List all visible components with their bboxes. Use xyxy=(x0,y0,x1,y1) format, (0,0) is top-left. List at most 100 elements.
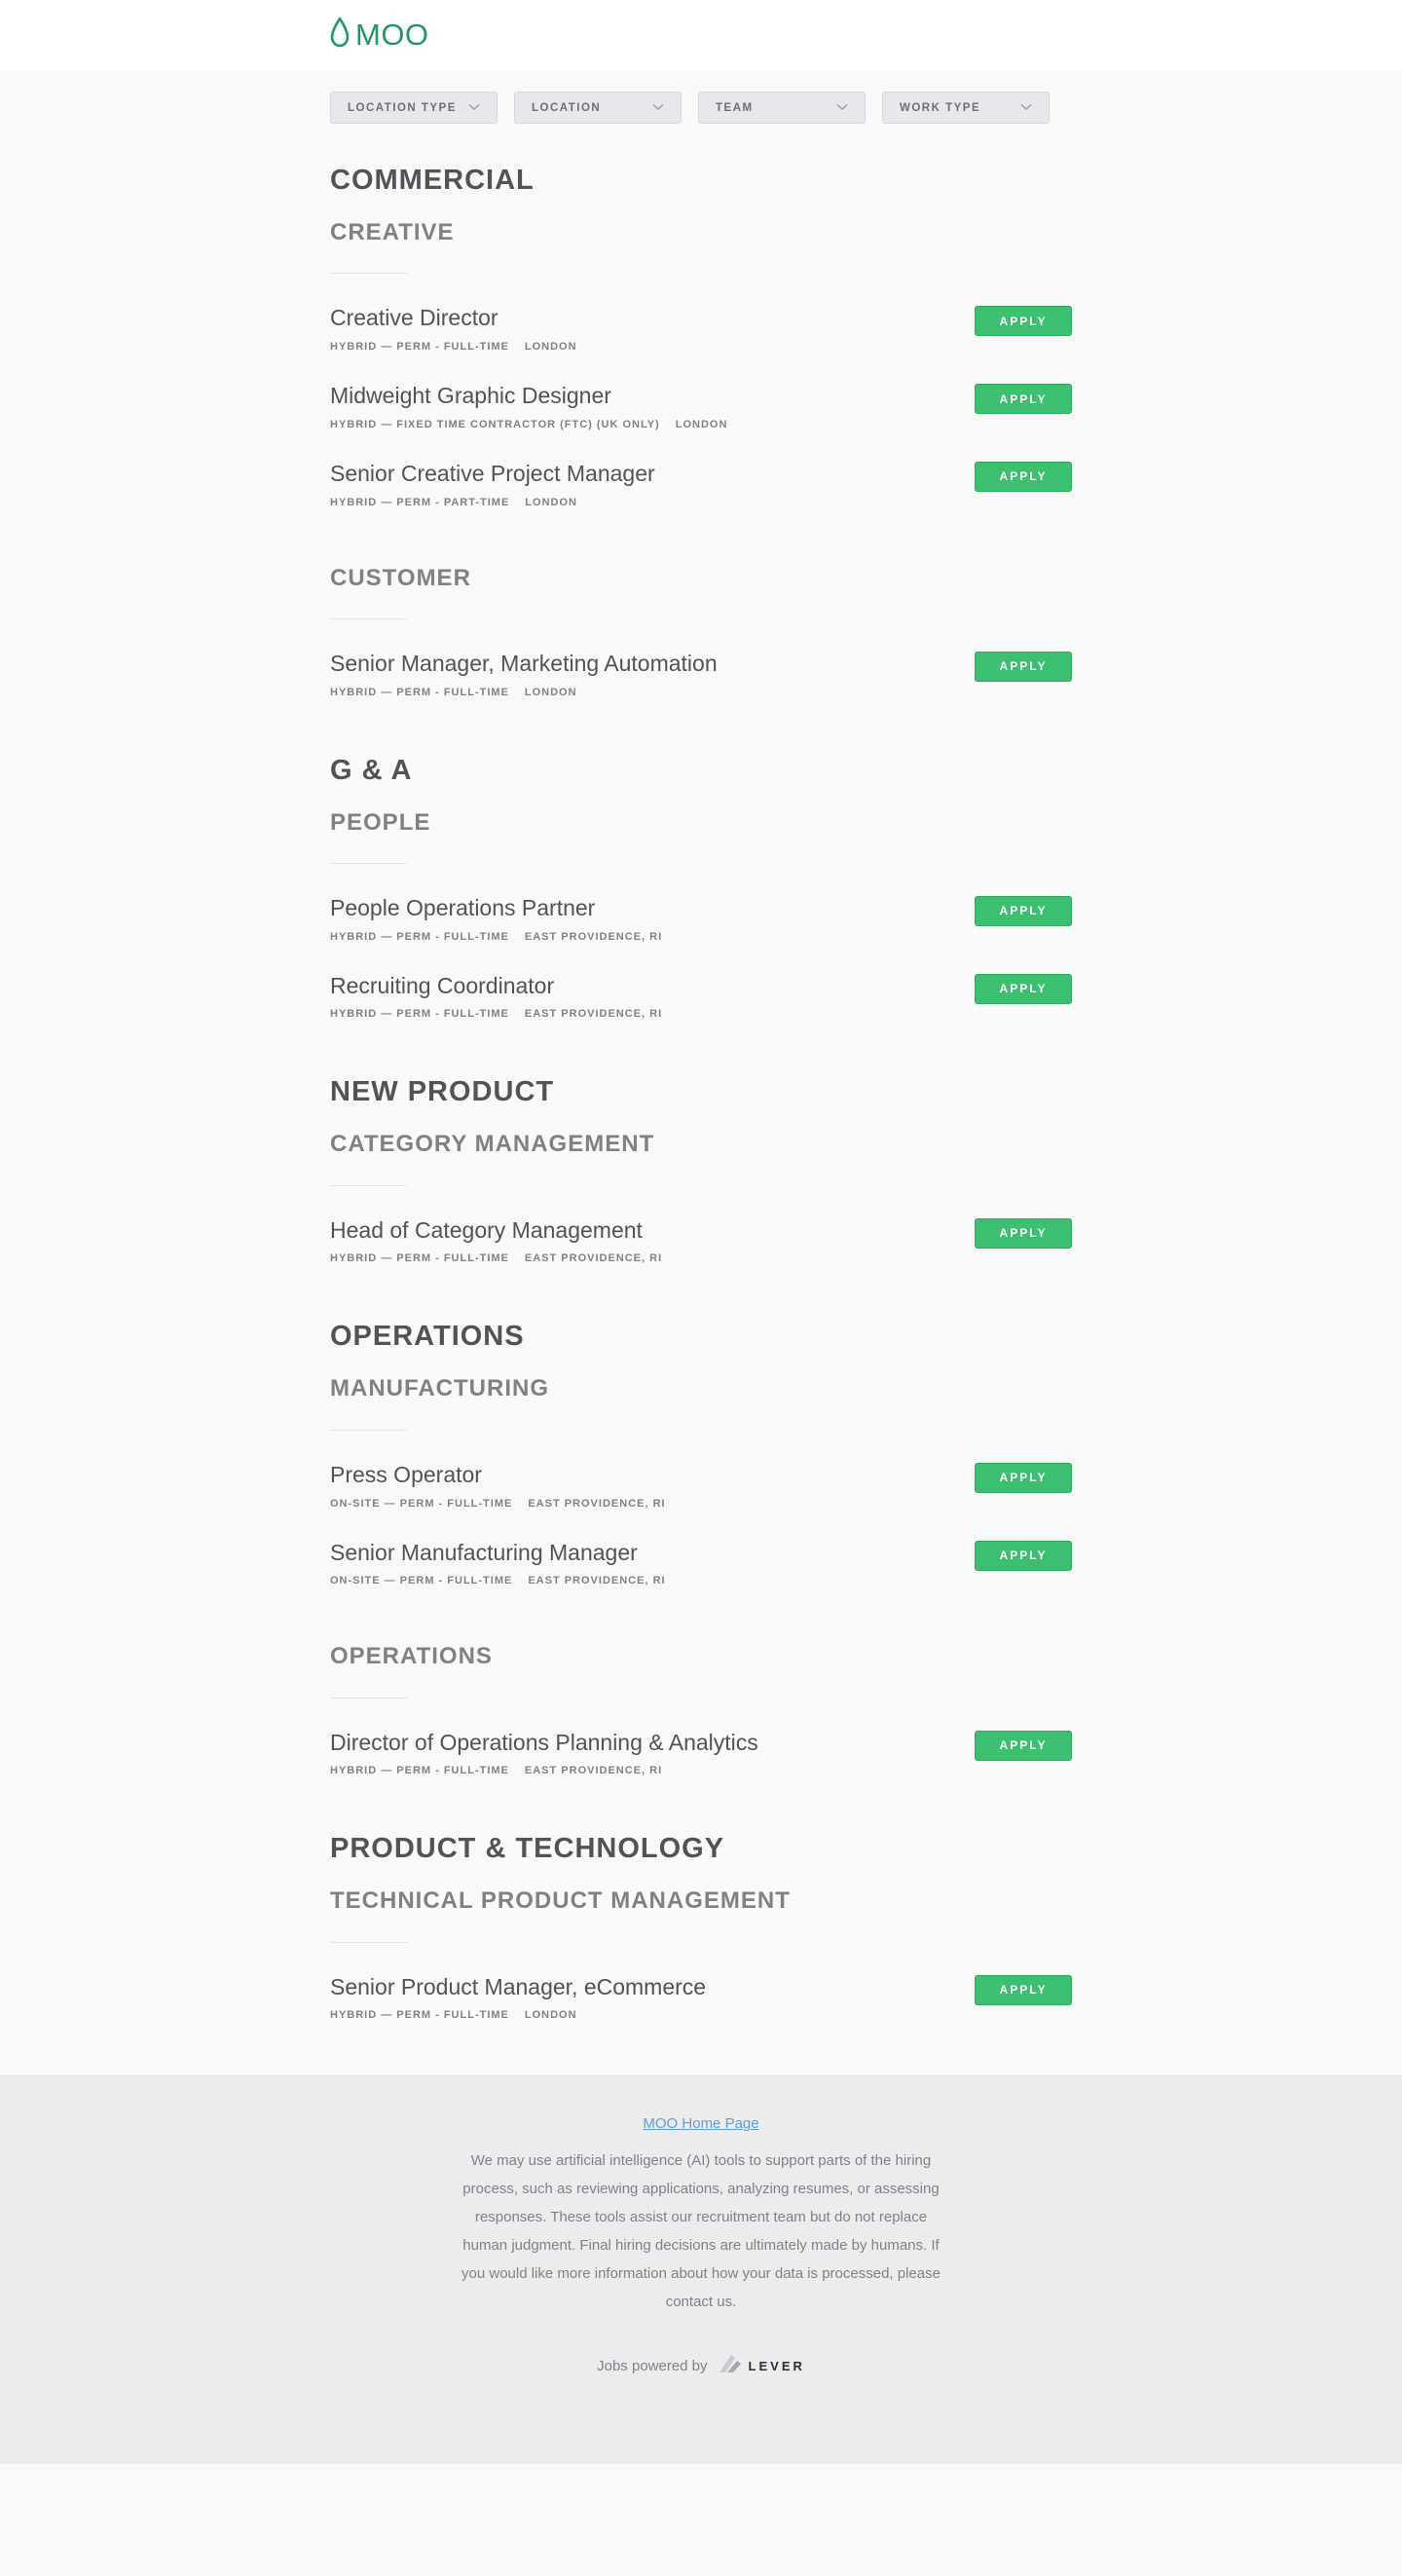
team-people: PEOPLE People Operations Partner HYBRID — … xyxy=(330,808,1072,1021)
posting-meta: ON-SITE — PERM - FULL-TIME EAST PROVIDENC… xyxy=(330,1498,666,1510)
posting-info: Senior Creative Project Manager HYBRID — … xyxy=(330,460,655,508)
team-divider xyxy=(330,1697,407,1699)
team-title: CREATIVE xyxy=(330,218,455,245)
filter-location-type[interactable]: LOCATION TYPE xyxy=(330,92,498,124)
category-commercial: COMMERCIAL CREATIVE Creative Director HYBRI… xyxy=(330,165,1072,698)
job-posting: Creative Director HYBRID — PERM - FULL-TI… xyxy=(330,304,1072,353)
posting-info: Senior Product Manager, eCommerce HYBRID … xyxy=(330,1973,706,2022)
job-title-link[interactable]: Midweight Graphic Designer xyxy=(330,383,611,408)
job-posting: Head of Category Management HYBRID — PERM… xyxy=(330,1216,1072,1264)
posting-meta: HYBRID — PERM - PART-TIME LONDON xyxy=(330,497,655,508)
lever-logo[interactable]: LEVER xyxy=(718,2353,805,2378)
job-location: LONDON xyxy=(524,341,577,354)
category-title: PRODUCT & TECHNOLOGY xyxy=(330,1833,725,1865)
chevron-down-icon xyxy=(652,102,664,114)
job-posting: Senior Creative Project Manager HYBRID — … xyxy=(330,460,1072,508)
apply-button[interactable]: APPLY xyxy=(975,651,1072,682)
job-title-link[interactable]: Press Operator xyxy=(330,1462,482,1487)
moo-home-page-link[interactable]: MOO Home Page xyxy=(643,2115,758,2132)
job-title-link[interactable]: Creative Director xyxy=(330,305,498,330)
team-customer: CUSTOMER Senior Manager, Marketing Automa… xyxy=(330,564,1072,698)
team-title: CATEGORY MANAGEMENT xyxy=(330,1131,655,1158)
team-divider xyxy=(330,862,407,864)
chevron-down-icon xyxy=(1020,102,1032,114)
job-title-link[interactable]: People Operations Partner xyxy=(330,895,595,920)
category-operations: OPERATIONS MANUFACTURING Press Operator ON-… xyxy=(330,1322,1072,1776)
apply-button[interactable]: APPLY xyxy=(975,384,1072,415)
team-title: OPERATIONS xyxy=(330,1643,493,1670)
job-location: EAST PROVIDENCE, RI xyxy=(528,1575,666,1587)
moo-logo[interactable]: MOO xyxy=(330,17,429,53)
team-title: PEOPLE xyxy=(330,808,431,836)
posting-info: Press Operator ON-SITE — PERM - FULL-TIME… xyxy=(330,1461,666,1510)
job-title-link[interactable]: Head of Category Management xyxy=(330,1217,643,1243)
category-title: NEW PRODUCT xyxy=(330,1076,555,1108)
team-divider xyxy=(330,1941,407,1943)
category-title: OPERATIONS xyxy=(330,1321,525,1353)
posting-meta: HYBRID — PERM - FULL-TIME EAST PROVIDENCE… xyxy=(330,1008,662,1020)
posting-meta: HYBRID — PERM - FULL-TIME EAST PROVIDENCE… xyxy=(330,931,662,943)
job-title-link[interactable]: Recruiting Coordinator xyxy=(330,973,554,998)
top-bar: MOO xyxy=(0,0,1402,70)
filter-location[interactable]: LOCATION xyxy=(514,92,682,124)
apply-button[interactable]: APPLY xyxy=(975,1730,1072,1761)
apply-button[interactable]: APPLY xyxy=(975,973,1072,1004)
posting-info: Director of Operations Planning & Analyt… xyxy=(330,1729,758,1777)
apply-button[interactable]: APPLY xyxy=(975,306,1072,337)
apply-button[interactable]: APPLY xyxy=(975,1540,1072,1571)
apply-button[interactable]: APPLY xyxy=(975,895,1072,926)
job-commitment: HYBRID — FIXED TIME CONTRACTOR (FTC) (UK… xyxy=(330,418,660,430)
job-commitment: HYBRID — PERM - FULL-TIME xyxy=(330,1765,509,1777)
job-location: LONDON xyxy=(525,496,577,508)
team-operations: OPERATIONS Director of Operations Plannin… xyxy=(330,1643,1072,1777)
powered-by: Jobs powered by LEVER xyxy=(0,2353,1402,2378)
lever-mark-icon xyxy=(718,2353,743,2378)
apply-button[interactable]: APPLY xyxy=(975,1974,1072,2005)
team-divider xyxy=(330,617,407,619)
job-commitment: HYBRID — PERM - FULL-TIME xyxy=(330,930,509,943)
job-title-link[interactable]: Director of Operations Planning & Analyt… xyxy=(330,1730,758,1755)
job-posting: Director of Operations Planning & Analyt… xyxy=(330,1729,1072,1777)
category-title: COMMERCIAL xyxy=(330,165,535,196)
posting-info: People Operations Partner HYBRID — PERM -… xyxy=(330,894,662,943)
team-title: CUSTOMER xyxy=(330,564,471,591)
powered-by-text: Jobs powered by xyxy=(597,2357,708,2374)
team-category-management: CATEGORY MANAGEMENT Head of Category Mana… xyxy=(330,1131,1072,1264)
posting-meta: HYBRID — PERM - FULL-TIME LONDON xyxy=(330,341,577,353)
job-location: LONDON xyxy=(675,418,728,430)
apply-button[interactable]: APPLY xyxy=(975,1217,1072,1249)
team-title: MANUFACTURING xyxy=(330,1375,549,1402)
posting-info: Creative Director HYBRID — PERM - FULL-TI… xyxy=(330,304,577,353)
team-creative: CREATIVE Creative Director HYBRID — PERM -… xyxy=(330,218,1072,508)
filter-label: TEAM xyxy=(716,101,754,114)
job-listings: LOCATION TYPE LOCATION TEAM WORK TYPE COMME… xyxy=(330,70,1072,2075)
team-technical-product-management: TECHNICAL PRODUCT MANAGEMENT Senior Produ… xyxy=(330,1887,1072,2022)
posting-meta: HYBRID — PERM - FULL-TIME LONDON xyxy=(330,687,718,698)
categories-list: COMMERCIAL CREATIVE Creative Director HYBRI… xyxy=(330,165,1072,2022)
apply-button[interactable]: APPLY xyxy=(975,461,1072,492)
job-title-link[interactable]: Senior Manufacturing Manager xyxy=(330,1540,638,1565)
job-commitment: ON-SITE — PERM - FULL-TIME xyxy=(330,1497,513,1510)
apply-button[interactable]: APPLY xyxy=(975,1462,1072,1493)
posting-info: Recruiting Coordinator HYBRID — PERM - FU… xyxy=(330,972,662,1021)
chevron-down-icon xyxy=(836,102,848,114)
posting-meta: HYBRID — PERM - FULL-TIME EAST PROVIDENCE… xyxy=(330,1765,758,1776)
job-title-link[interactable]: Senior Creative Project Manager xyxy=(330,461,655,486)
posting-meta: HYBRID — PERM - FULL-TIME EAST PROVIDENCE… xyxy=(330,1252,662,1264)
job-commitment: HYBRID — PERM - FULL-TIME xyxy=(330,1008,509,1021)
filter-work-type[interactable]: WORK TYPE xyxy=(882,92,1050,124)
lever-wordmark: LEVER xyxy=(748,2358,805,2373)
filter-team[interactable]: TEAM xyxy=(698,92,866,124)
category-new-product: NEW PRODUCT CATEGORY MANAGEMENT Head of Ca… xyxy=(330,1077,1072,1264)
posting-info: Senior Manufacturing Manager ON-SITE — PE… xyxy=(330,1539,666,1587)
job-title-link[interactable]: Senior Manager, Marketing Automation xyxy=(330,651,718,676)
team-divider xyxy=(330,273,407,275)
job-title-link[interactable]: Senior Product Manager, eCommerce xyxy=(330,1974,706,1999)
team-divider xyxy=(330,1429,407,1431)
job-posting: People Operations Partner HYBRID — PERM -… xyxy=(330,894,1072,943)
posting-meta: HYBRID — FIXED TIME CONTRACTOR (FTC) (UK… xyxy=(330,419,727,430)
team-title: TECHNICAL PRODUCT MANAGEMENT xyxy=(330,1887,791,1915)
filter-label: WORK TYPE xyxy=(900,101,981,114)
job-commitment: HYBRID — PERM - FULL-TIME xyxy=(330,686,509,698)
chevron-down-icon xyxy=(468,102,480,114)
